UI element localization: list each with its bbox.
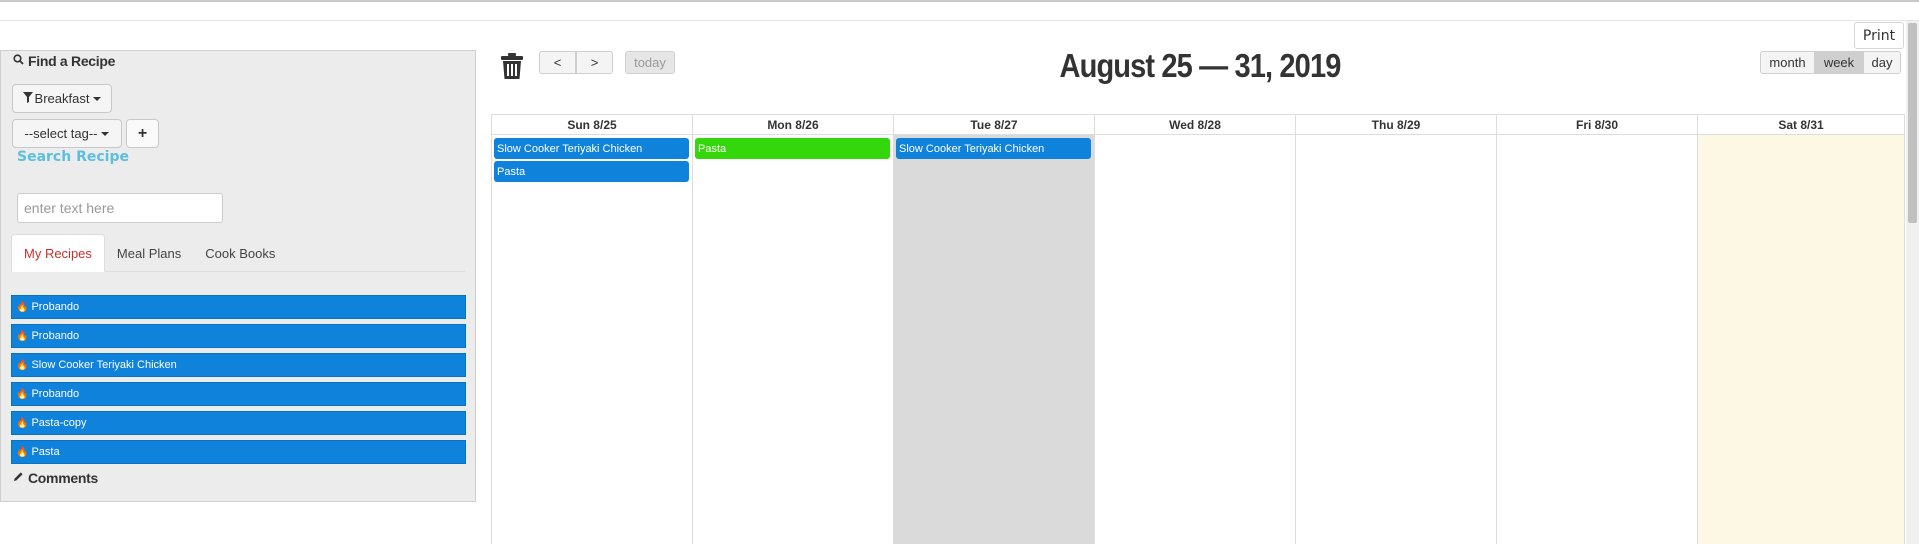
tag-dropdown[interactable]: --select tag--	[12, 119, 122, 148]
add-tag-button[interactable]: +	[126, 119, 159, 148]
filter-icon	[22, 91, 33, 106]
recipe-title: Pasta	[31, 446, 60, 458]
day-header: Fri 8/30	[1497, 114, 1697, 135]
recipe-sidebar: Find a Recipe Breakfast --select tag-- +…	[0, 50, 476, 502]
tab-cook-books[interactable]: Cook Books	[193, 234, 287, 272]
tag-dropdown-label: --select tag--	[24, 126, 98, 141]
find-recipe-title: Find a Recipe	[28, 53, 116, 69]
day-header: Tue 8/27	[894, 114, 1094, 135]
chevron-down-icon	[101, 131, 110, 136]
flame-icon: 🔥	[16, 301, 29, 313]
day-body[interactable]	[1095, 135, 1295, 544]
day-column-thu[interactable]: Thu 8/29	[1296, 114, 1497, 544]
search-recipe-label[interactable]: Search Recipe	[17, 149, 129, 165]
day-body[interactable]	[1296, 135, 1496, 544]
recipe-title: Probando	[31, 330, 80, 342]
week-grid: Sun 8/25 Slow Cooker Teriyaki Chicken Pa…	[491, 114, 1905, 544]
list-item[interactable]: 🔥 Probando	[11, 382, 466, 406]
day-body[interactable]: Slow Cooker Teriyaki Chicken Pasta	[492, 135, 692, 544]
today-button[interactable]: today	[625, 51, 675, 74]
day-column-wed[interactable]: Wed 8/28	[1095, 114, 1296, 544]
top-bar	[0, 0, 1919, 21]
day-body[interactable]: Slow Cooker Teriyaki Chicken	[894, 135, 1094, 544]
pencil-icon	[13, 471, 24, 485]
day-body[interactable]: Pasta	[693, 135, 893, 544]
recipe-list: 🔥 Probando 🔥 Probando 🔥 Slow Cooker Teriyak…	[11, 295, 466, 469]
recipe-title: Probando	[31, 301, 80, 313]
day-view-button[interactable]: day	[1863, 51, 1901, 74]
category-dropdown[interactable]: Breakfast	[12, 84, 112, 113]
flame-icon: 🔥	[16, 417, 29, 429]
day-body[interactable]	[1497, 135, 1697, 544]
month-view-button[interactable]: month	[1760, 51, 1815, 74]
flame-icon: 🔥	[16, 388, 29, 400]
day-body[interactable]	[1698, 135, 1904, 544]
search-input[interactable]	[17, 193, 223, 223]
next-week-button[interactable]: >	[576, 51, 613, 74]
flame-icon: 🔥	[16, 446, 29, 458]
page-scrollbar[interactable]	[1906, 21, 1919, 544]
day-header: Mon 8/26	[693, 114, 893, 135]
recipe-title: Pasta-copy	[31, 417, 87, 429]
tab-meal-plans[interactable]: Meal Plans	[105, 234, 193, 272]
find-recipe-header: Find a Recipe	[13, 53, 115, 69]
flame-icon: 🔥	[16, 330, 29, 342]
day-header: Thu 8/29	[1296, 114, 1496, 135]
list-item[interactable]: 🔥 Slow Cooker Teriyaki Chicken	[11, 353, 466, 377]
chevron-down-icon	[93, 96, 102, 101]
day-header: Sun 8/25	[492, 114, 692, 135]
day-column-mon[interactable]: Mon 8/26 Pasta	[693, 114, 894, 544]
day-column-tue[interactable]: Tue 8/27 Slow Cooker Teriyaki Chicken	[894, 114, 1095, 544]
flame-icon: 🔥	[16, 359, 29, 371]
category-dropdown-label: Breakfast	[34, 91, 90, 106]
calendar-event[interactable]: Pasta	[494, 161, 689, 182]
search-icon	[13, 54, 24, 68]
list-item[interactable]: 🔥 Probando	[11, 295, 466, 319]
list-item[interactable]: 🔥 Pasta-copy	[11, 411, 466, 435]
week-view-button[interactable]: week	[1815, 51, 1863, 74]
day-column-fri[interactable]: Fri 8/30	[1497, 114, 1698, 544]
scrollbar-thumb[interactable]	[1908, 23, 1917, 223]
calendar-event[interactable]: Slow Cooker Teriyaki Chicken	[896, 138, 1091, 159]
calendar-title: August 25 — 31, 2019	[1059, 47, 1341, 84]
day-column-sat[interactable]: Sat 8/31	[1698, 114, 1905, 544]
comments-title: Comments	[28, 470, 98, 486]
recipe-title: Probando	[31, 388, 80, 400]
print-button[interactable]: Print	[1854, 22, 1904, 49]
comments-header[interactable]: Comments	[13, 470, 98, 486]
list-item[interactable]: 🔥 Pasta	[11, 440, 466, 464]
day-column-sun[interactable]: Sun 8/25 Slow Cooker Teriyaki Chicken Pa…	[492, 114, 693, 544]
calendar-event[interactable]: Pasta	[695, 138, 890, 159]
tab-my-recipes[interactable]: My Recipes	[11, 234, 105, 272]
day-header: Sat 8/31	[1698, 114, 1904, 135]
recipe-tabs: My Recipes Meal Plans Cook Books	[11, 234, 465, 272]
prev-week-button[interactable]: <	[539, 51, 576, 74]
recipe-title: Slow Cooker Teriyaki Chicken	[31, 359, 177, 371]
calendar-event[interactable]: Slow Cooker Teriyaki Chicken	[494, 138, 689, 159]
list-item[interactable]: 🔥 Probando	[11, 324, 466, 348]
day-header: Wed 8/28	[1095, 114, 1295, 135]
trash-icon[interactable]	[500, 53, 524, 79]
